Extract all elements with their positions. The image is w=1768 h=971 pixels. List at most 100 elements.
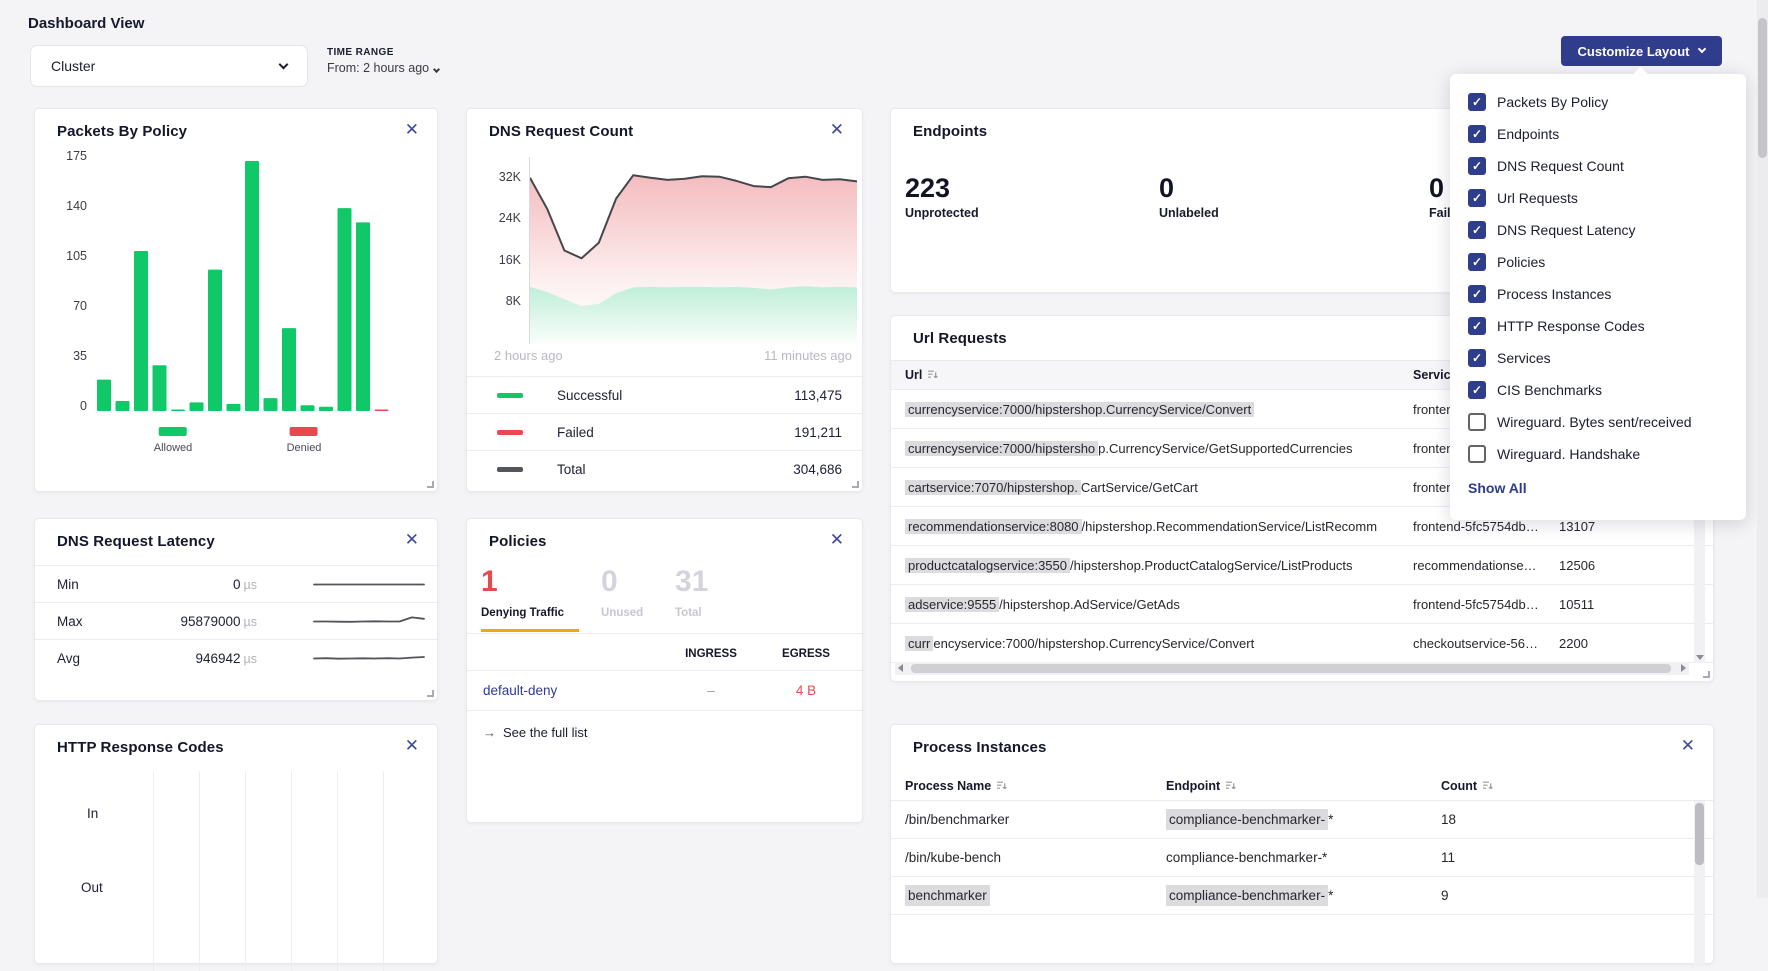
menu-item[interactable]: HTTP Response Codes	[1450, 310, 1746, 342]
process-name-cell: /bin/benchmarker	[905, 812, 1166, 827]
packets-bars-svg	[95, 157, 391, 413]
column-header-process-name[interactable]: Process Name	[905, 779, 1166, 793]
view-selector[interactable]: Cluster	[30, 45, 308, 87]
chevron-down-icon	[1698, 45, 1706, 53]
policy-stat-tab[interactable]: 0 Unused	[601, 565, 643, 619]
legend-swatch	[497, 430, 523, 435]
checkbox[interactable]	[1468, 125, 1486, 143]
menu-item-label: HTTP Response Codes	[1497, 318, 1645, 334]
column-header-endpoint[interactable]: Endpoint	[1166, 779, 1441, 793]
checkbox[interactable]	[1468, 93, 1486, 111]
menu-item[interactable]: Process Instances	[1450, 278, 1746, 310]
page-scrollbar[interactable]	[1757, 0, 1768, 898]
menu-item[interactable]: DNS Request Latency	[1450, 214, 1746, 246]
checkbox[interactable]	[1468, 349, 1486, 367]
url-text: /hipstershop.RecommendationService/ListR…	[1082, 519, 1378, 534]
column-header-ingress: INGRESS	[656, 648, 766, 660]
table-row[interactable]: benchmarker compliance-benchmarker-* 9	[891, 877, 1713, 915]
table-row[interactable]: productcatalogservice:3550/hipstershop.P…	[891, 546, 1713, 585]
scrollbar-thumb[interactable]	[1758, 18, 1767, 158]
menu-item[interactable]: Services	[1450, 342, 1746, 374]
active-tab-underline	[481, 629, 579, 632]
arrow-right-icon: →	[483, 725, 496, 740]
scroll-left-arrow-icon[interactable]	[898, 664, 903, 672]
card-title: Endpoints	[913, 123, 987, 140]
close-icon[interactable]: ✕	[830, 531, 844, 548]
service-cell: frontend-5fc5754db…	[1413, 597, 1559, 612]
latency-row: Avg 946942µs	[35, 639, 437, 676]
scrollbar-thumb[interactable]	[1695, 803, 1704, 865]
policy-stat-tab[interactable]: 1 Denying Traffic	[481, 565, 564, 619]
see-full-list-link[interactable]: →See the full list	[483, 725, 588, 740]
time-range-value[interactable]: From: 2 hours ago	[327, 61, 439, 75]
column-header-url[interactable]: Url	[905, 368, 1413, 382]
sparkline-chart	[313, 574, 425, 594]
count-cell: 18	[1441, 812, 1713, 827]
menu-item[interactable]: Policies	[1450, 246, 1746, 278]
stat-label: Total	[675, 607, 708, 619]
card-title: Process Instances	[913, 739, 1046, 756]
menu-item-label: Endpoints	[1497, 126, 1559, 142]
menu-item-label: DNS Request Count	[1497, 158, 1624, 174]
policy-name-link[interactable]: default-deny	[483, 683, 656, 698]
menu-item[interactable]: CIS Benchmarks	[1450, 374, 1746, 406]
close-icon[interactable]: ✕	[830, 121, 844, 138]
tab-divider	[467, 633, 862, 634]
menu-item[interactable]: Packets By Policy	[1450, 86, 1746, 118]
latency-row: Max 95879000µs	[35, 602, 437, 639]
checkbox[interactable]	[1468, 445, 1486, 463]
close-icon[interactable]: ✕	[405, 121, 419, 138]
endpoint-cell: compliance-benchmarker-*	[1166, 812, 1441, 827]
checkbox[interactable]	[1468, 221, 1486, 239]
process-name-cell: /bin/kube-bench	[905, 850, 1166, 865]
checkbox[interactable]	[1468, 157, 1486, 175]
legend-swatch	[497, 393, 523, 398]
card-title: Policies	[489, 533, 547, 550]
checkbox[interactable]	[1468, 381, 1486, 399]
policy-stat-tab[interactable]: 31 Total	[675, 565, 708, 619]
menu-item[interactable]: Endpoints	[1450, 118, 1746, 150]
ingress-value: –	[656, 683, 766, 698]
table-row[interactable]: /bin/benchmarker compliance-benchmarker-…	[891, 801, 1713, 839]
checkbox[interactable]	[1468, 317, 1486, 335]
menu-item-label: Services	[1497, 350, 1551, 366]
resize-handle[interactable]	[852, 481, 859, 488]
resize-handle[interactable]	[427, 481, 434, 488]
resize-handle[interactable]	[427, 690, 434, 697]
menu-item[interactable]: DNS Request Count	[1450, 150, 1746, 182]
scrollbar-thumb[interactable]	[911, 664, 1671, 673]
resize-handle[interactable]	[1703, 671, 1710, 678]
table-row[interactable]: adservice:9555/hipstershop.AdService/Get…	[891, 585, 1713, 624]
show-all-link[interactable]: Show All	[1468, 480, 1527, 496]
highlighted-text: benchmarker	[905, 885, 990, 906]
stat-value: 0	[1159, 173, 1219, 204]
menu-item[interactable]: Wireguard. Bytes sent/received	[1450, 406, 1746, 438]
latency-value: 0µs	[117, 577, 257, 592]
scroll-down-arrow-icon[interactable]	[1696, 655, 1704, 660]
vertical-scrollbar[interactable]	[1694, 801, 1705, 965]
menu-item-label: CIS Benchmarks	[1497, 382, 1602, 398]
customize-layout-button[interactable]: Customize Layout	[1561, 36, 1722, 66]
latency-rows: Min 0µs Max 95879000µs Avg 946942µs	[35, 565, 437, 676]
checkbox[interactable]	[1468, 413, 1486, 431]
checkbox[interactable]	[1468, 253, 1486, 271]
horizontal-scrollbar[interactable]	[895, 662, 1689, 675]
column-header-count[interactable]: Count	[1441, 779, 1713, 793]
checkbox[interactable]	[1468, 285, 1486, 303]
menu-item-label: DNS Request Latency	[1497, 222, 1636, 238]
close-icon[interactable]: ✕	[1681, 737, 1695, 754]
legend-row: Total 304,686	[467, 450, 862, 487]
menu-item[interactable]: Wireguard. Handshake	[1450, 438, 1746, 470]
close-icon[interactable]: ✕	[405, 531, 419, 548]
policy-row: default-deny – 4 B	[467, 671, 862, 711]
legend-label: Failed	[557, 425, 594, 440]
latency-value: 946942µs	[117, 651, 257, 666]
table-row[interactable]: currencyservice:7000/hipstershop.Currenc…	[891, 624, 1713, 663]
menu-item[interactable]: Url Requests	[1450, 182, 1746, 214]
scroll-right-arrow-icon[interactable]	[1681, 664, 1686, 672]
checkbox[interactable]	[1468, 189, 1486, 207]
url-text: p.CurrencyService/GetSupportedCurrencies	[1098, 441, 1352, 456]
table-row[interactable]: /bin/kube-bench compliance-benchmarker-*…	[891, 839, 1713, 877]
page-title: Dashboard View	[28, 15, 144, 32]
close-icon[interactable]: ✕	[405, 737, 419, 754]
